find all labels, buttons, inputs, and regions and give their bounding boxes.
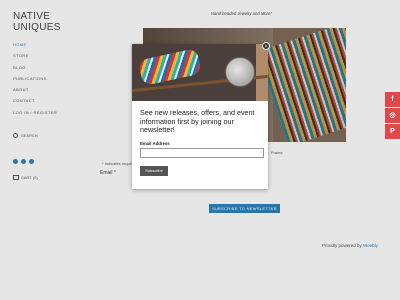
pinterest-share-icon[interactable]: P — [385, 124, 400, 139]
popup-subscribe-button[interactable]: Subscribe — [140, 166, 168, 176]
popup-image — [132, 44, 268, 101]
popup-heading: See new releases, offers, and event info… — [140, 108, 255, 135]
popup-image-wood — [256, 44, 268, 101]
facebook-share-icon[interactable]: f — [385, 92, 400, 107]
popup-close-icon[interactable]: × — [262, 42, 270, 50]
instagram-share-icon[interactable]: ◎ — [385, 108, 400, 123]
newsletter-popup: See new releases, offers, and event info… — [132, 44, 268, 189]
popup-image-bracelet — [137, 48, 203, 86]
popup-email-input[interactable] — [140, 148, 264, 158]
popup-email-label: Email Address — [140, 141, 170, 146]
share-bar: f ◎ P — [385, 92, 400, 140]
popup-image-concho — [225, 57, 255, 87]
